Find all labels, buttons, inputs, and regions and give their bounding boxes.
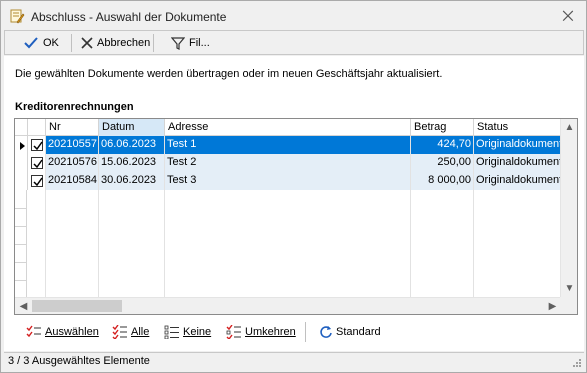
title-bar: Abschluss - Auswahl der Dokumente ⨉ xyxy=(1,1,586,31)
cell-status: Originaldokument xyxy=(474,136,561,154)
cell-adresse: Test 3 xyxy=(165,172,411,190)
row-pointer xyxy=(15,136,28,154)
select-button[interactable]: Auswählen xyxy=(26,322,99,342)
ok-label: OK xyxy=(43,37,59,49)
row-checkbox[interactable] xyxy=(31,175,43,187)
grid-line xyxy=(15,244,27,245)
dialog-content: Die gewählten Dokumente werden übertrage… xyxy=(4,56,584,351)
funnel-icon xyxy=(171,36,185,50)
cancel-x-icon xyxy=(81,37,93,49)
status-text: 3 / 3 Ausgewähltes Elemente xyxy=(8,355,150,367)
resize-grip-icon[interactable] xyxy=(572,358,582,368)
invert-button[interactable]: Umkehren xyxy=(226,322,296,342)
column-header-status[interactable]: Status xyxy=(474,119,561,136)
column-header-nr[interactable]: Nr xyxy=(46,119,99,136)
toolbar-separator xyxy=(71,34,72,52)
checkmark-icon xyxy=(33,141,43,151)
status-bar: 3 / 3 Ausgewähltes Elemente xyxy=(4,352,584,370)
cell-status: Originaldokument xyxy=(474,172,561,190)
invert-selection-icon xyxy=(226,325,241,339)
dialog-window: Abschluss - Auswahl der Dokumente ⨉ OK A… xyxy=(0,0,587,373)
scrollbar-corner xyxy=(560,297,577,314)
list-check-icon xyxy=(26,325,41,338)
table-row[interactable]: 20210557 06.06.2023 Test 1 424,70 Origin… xyxy=(15,136,561,154)
horizontal-scroll-thumb[interactable] xyxy=(32,300,122,312)
row-indicator xyxy=(15,154,28,172)
section-title: Kreditorenrechnungen xyxy=(15,101,134,113)
row-checkbox[interactable] xyxy=(31,139,43,151)
default-label: Standard xyxy=(336,326,381,338)
row-checkbox[interactable] xyxy=(31,157,43,169)
grid-line xyxy=(15,280,27,281)
toolbar-separator xyxy=(153,34,154,52)
column-header-betrag[interactable]: Betrag xyxy=(411,119,474,136)
vertical-scrollbar[interactable]: ▲ ▼ xyxy=(560,119,577,297)
column-header-datum[interactable]: Datum xyxy=(99,119,165,136)
cell-betrag: 424,70 xyxy=(411,136,474,154)
row-checkbox-cell xyxy=(28,136,46,154)
default-button[interactable]: Standard xyxy=(319,322,381,342)
info-text: Die gewählten Dokumente werden übertrage… xyxy=(15,68,443,80)
check-all-icon xyxy=(112,325,127,339)
cell-betrag: 8 000,00 xyxy=(411,172,474,190)
filter-button[interactable]: Fil... xyxy=(171,33,210,53)
selection-actions: Auswählen Alle Keine Umkehren Standard xyxy=(14,318,578,346)
scroll-right-icon[interactable]: ▶ xyxy=(544,298,561,315)
cell-datum: 30.06.2023 xyxy=(99,172,165,190)
cell-nr: 20210557 xyxy=(46,136,99,154)
cancel-label: Abbrechen xyxy=(97,37,151,49)
checkmark-icon xyxy=(33,177,43,187)
cell-nr: 20210576 xyxy=(46,154,99,172)
none-button[interactable]: Keine xyxy=(164,322,211,342)
header-indicator xyxy=(15,119,28,136)
filter-label: Fil... xyxy=(189,37,210,49)
toolbar: OK Abbrechen Fil... xyxy=(4,30,584,55)
column-header-adresse[interactable]: Adresse xyxy=(165,119,411,136)
select-label: Auswählen xyxy=(45,326,99,338)
scroll-down-icon[interactable]: ▼ xyxy=(561,280,578,297)
row-checkbox-cell xyxy=(28,172,46,190)
scroll-left-icon[interactable]: ◀ xyxy=(15,298,32,315)
grid-line xyxy=(15,208,27,209)
horizontal-scrollbar[interactable]: ◀ ▶ xyxy=(15,297,561,314)
checkmark-icon xyxy=(33,159,43,169)
cell-datum: 06.06.2023 xyxy=(99,136,165,154)
document-edit-icon xyxy=(9,8,25,24)
row-pointer-icon xyxy=(20,142,25,150)
cell-betrag: 250,00 xyxy=(411,154,474,172)
refresh-icon xyxy=(320,326,332,338)
all-label: Alle xyxy=(131,326,150,338)
checkmark-icon xyxy=(24,37,38,49)
documents-grid[interactable]: Nr Datum Adresse Betrag Status 20210557 … xyxy=(14,118,578,315)
ok-button[interactable]: OK xyxy=(23,33,59,53)
list-empty-icon xyxy=(164,325,179,339)
cell-status: Originaldokument xyxy=(474,154,561,172)
cell-datum: 15.06.2023 xyxy=(99,154,165,172)
row-checkbox-cell xyxy=(28,154,46,172)
invert-label: Umkehren xyxy=(245,326,296,338)
grid-line xyxy=(15,226,27,227)
row-indicator xyxy=(15,172,28,190)
cancel-button[interactable]: Abbrechen xyxy=(81,33,150,53)
scroll-up-icon[interactable]: ▲ xyxy=(561,119,578,136)
cell-adresse: Test 1 xyxy=(165,136,411,154)
none-label: Keine xyxy=(183,326,212,338)
table-row[interactable]: 20210584 30.06.2023 Test 3 8 000,00 Orig… xyxy=(15,172,561,190)
table-row[interactable]: 20210576 15.06.2023 Test 2 250,00 Origin… xyxy=(15,154,561,172)
grid-header: Nr Datum Adresse Betrag Status xyxy=(15,119,561,136)
cell-nr: 20210584 xyxy=(46,172,99,190)
cell-adresse: Test 2 xyxy=(165,154,411,172)
close-icon[interactable]: ⨉ xyxy=(557,6,579,26)
action-separator xyxy=(305,322,306,342)
all-button[interactable]: Alle xyxy=(112,322,149,342)
grid-line xyxy=(15,262,27,263)
window-title: Abschluss - Auswahl der Dokumente xyxy=(31,10,227,24)
header-checkbox xyxy=(28,119,46,136)
